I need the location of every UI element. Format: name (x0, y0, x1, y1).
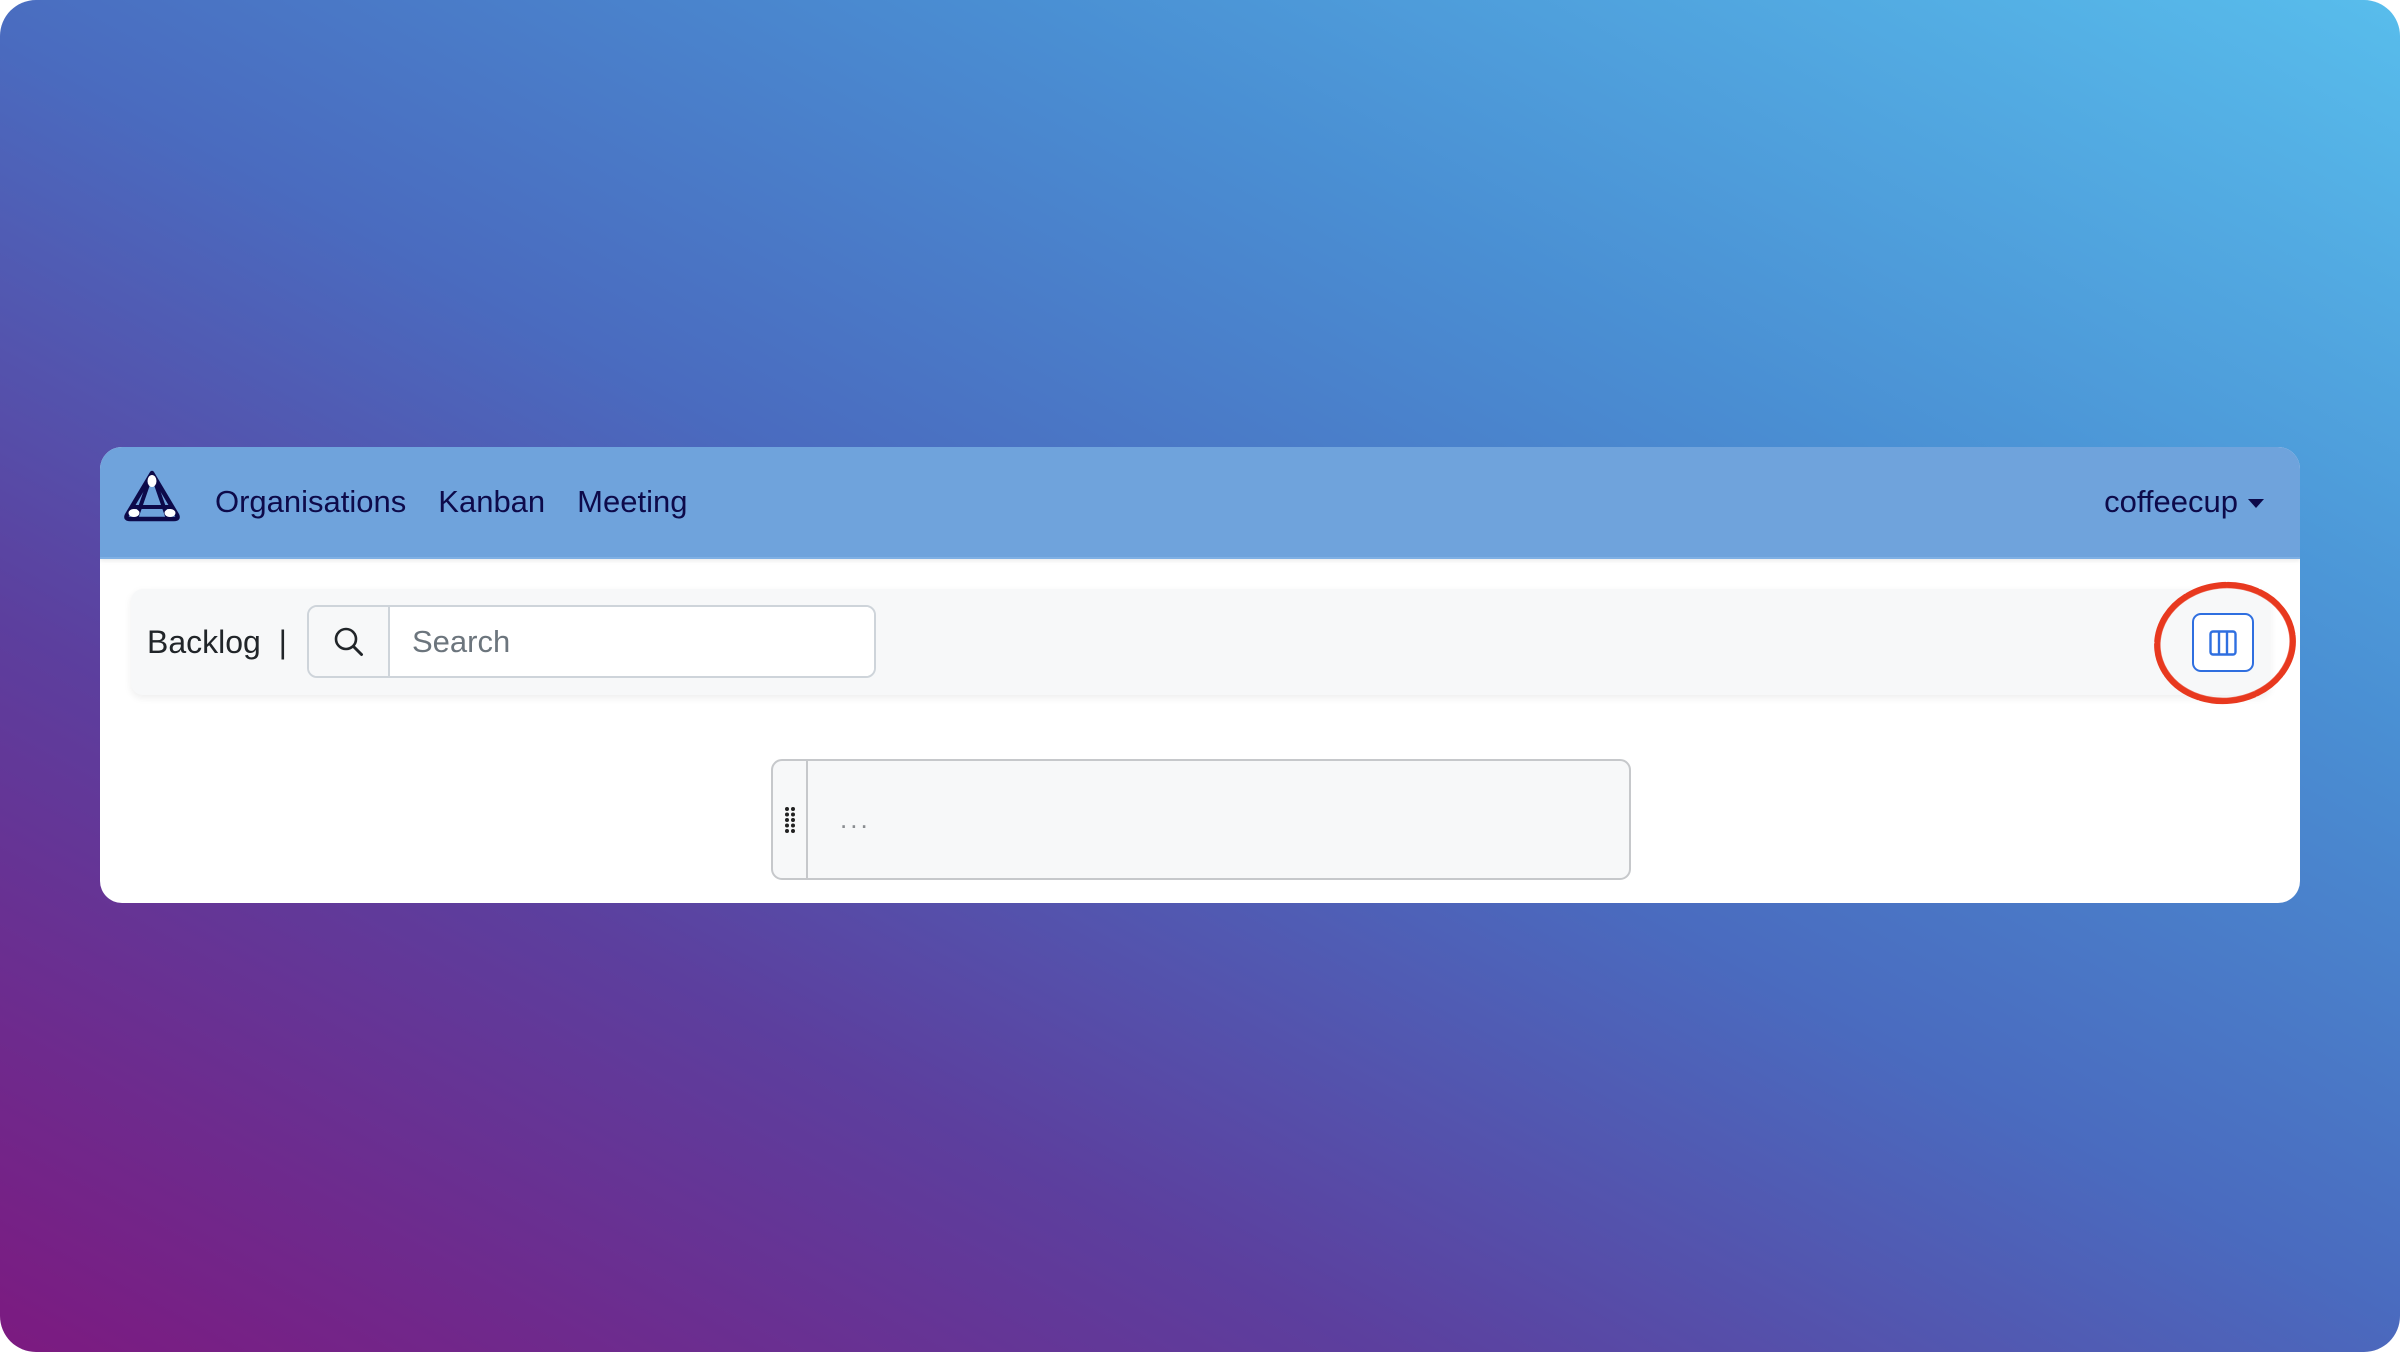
caret-down-icon (2248, 498, 2264, 508)
app-window: Organisations Kanban Meeting coffeecup B… (100, 447, 2300, 903)
grip-vertical-icon (784, 806, 795, 833)
layout-toggle-button[interactable] (2192, 613, 2254, 672)
drag-handle[interactable] (773, 761, 808, 878)
user-name: coffeecup (2104, 484, 2238, 519)
backlog-item-card[interactable]: ... (771, 759, 1631, 880)
user-dropdown[interactable]: coffeecup (2104, 447, 2264, 557)
backlog-toolbar: Backlog | (131, 589, 2270, 695)
nav-link-kanban[interactable]: Kanban (438, 484, 545, 520)
search-input[interactable] (390, 607, 874, 676)
search-icon (334, 627, 363, 656)
search-group (307, 605, 876, 678)
triangle-a-logo-icon[interactable] (122, 468, 182, 524)
nav-link-meeting[interactable]: Meeting (577, 484, 687, 520)
layout-three-columns-icon (2209, 629, 2237, 656)
nav-link-organisations[interactable]: Organisations (215, 484, 406, 520)
backlog-item-text: ... (840, 804, 871, 834)
navbar: Organisations Kanban Meeting coffeecup (100, 447, 2300, 559)
search-addon (309, 607, 390, 676)
nav-links: Organisations Kanban Meeting (215, 447, 687, 557)
toolbar-title: Backlog | (147, 623, 287, 660)
background-gradient: Organisations Kanban Meeting coffeecup B… (0, 0, 2400, 1352)
